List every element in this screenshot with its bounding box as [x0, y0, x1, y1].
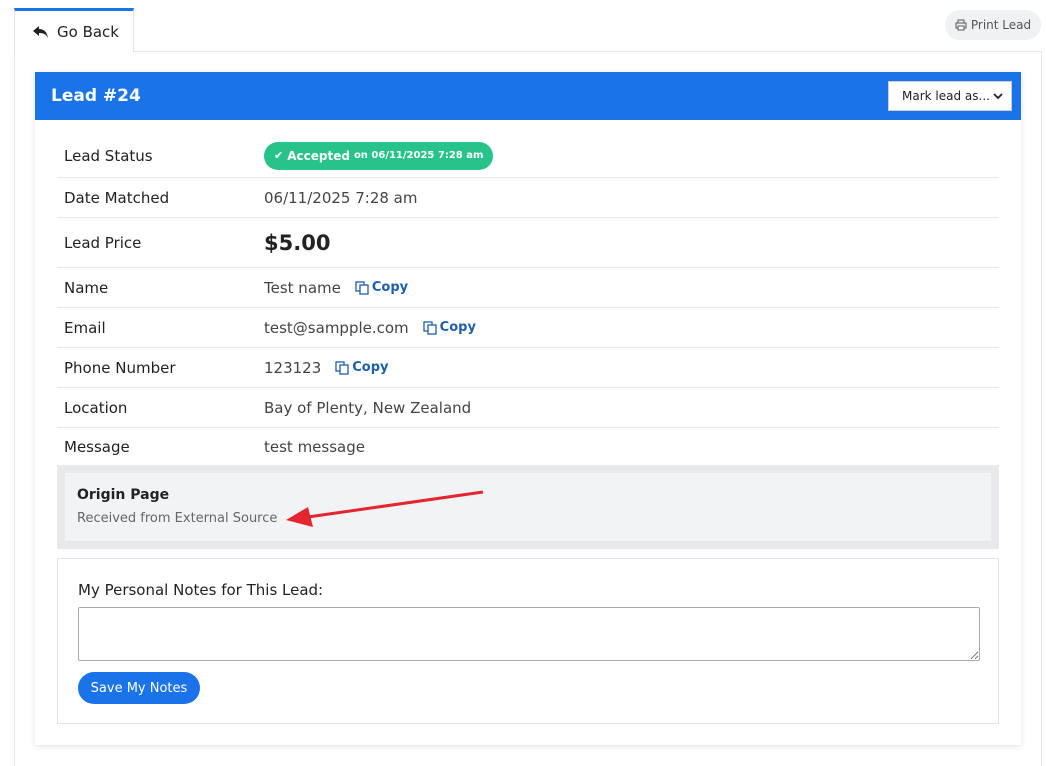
- printer-icon: [955, 19, 967, 31]
- phone-value-cell: 123123 Copy: [264, 359, 389, 377]
- check-icon: ✔: [274, 149, 284, 162]
- lead-title: Lead #24: [51, 86, 141, 106]
- location-value: Bay of Plenty, New Zealand: [264, 398, 472, 417]
- date-matched-label: Date Matched: [64, 188, 170, 207]
- date-matched-value: 06/11/2025 7:28 am: [264, 188, 418, 207]
- copy-name-button[interactable]: Copy: [355, 280, 408, 295]
- copy-phone-button[interactable]: Copy: [335, 360, 389, 375]
- status-value: ✔ Accepted on 06/11/2025 7:28 am: [264, 141, 494, 170]
- table-row-price: Lead Price $5.00: [57, 218, 999, 268]
- chevron-down-icon: [993, 93, 1003, 100]
- name-label: Name: [64, 278, 109, 297]
- copy-icon: [355, 280, 369, 295]
- email-value-cell: test@sampple.com Copy: [264, 319, 476, 337]
- personal-notes-section: My Personal Notes for This Lead: Save My…: [57, 558, 999, 724]
- status-label: Lead Status: [64, 146, 153, 165]
- table-row-message: Message test message: [57, 428, 999, 466]
- copy-phone-label: Copy: [352, 360, 389, 375]
- price-value: $5.00: [264, 230, 331, 255]
- go-back-tab[interactable]: Go Back: [14, 8, 134, 52]
- table-row-name: Name Test name Copy: [57, 268, 999, 308]
- copy-icon: [423, 320, 437, 335]
- print-lead-label: Print Lead: [970, 18, 1032, 32]
- personal-notes-label: My Personal Notes for This Lead:: [78, 581, 324, 599]
- lead-card-header: Lead #24 Mark lead as...: [35, 72, 1021, 120]
- copy-name-label: Copy: [371, 280, 409, 295]
- origin-page-text: Received from External Source: [77, 511, 278, 526]
- price-label: Lead Price: [64, 233, 142, 252]
- table-row-location: Location Bay of Plenty, New Zealand: [57, 388, 999, 428]
- save-notes-button[interactable]: Save My Notes: [78, 672, 200, 704]
- table-row-email: Email test@sampple.com Copy: [57, 308, 999, 348]
- table-row-phone: Phone Number 123123 Copy: [57, 348, 999, 388]
- location-label: Location: [64, 398, 128, 417]
- origin-page-inner: Origin Page Received from External Sourc…: [65, 473, 991, 541]
- lead-card: Lead #24 Mark lead as... Lead Status ✔ A…: [35, 72, 1021, 745]
- personal-notes-textarea[interactable]: [78, 607, 980, 661]
- message-value: test message: [264, 438, 365, 456]
- phone-value: 123123: [264, 358, 322, 377]
- mark-lead-select-value: Mark lead as...: [902, 89, 990, 103]
- annotation-arrow: [286, 490, 484, 527]
- name-value: Test name: [264, 278, 341, 297]
- reply-arrow-icon: [33, 25, 48, 38]
- status-badge-date: on 06/11/2025 7:28 am: [353, 150, 484, 161]
- table-row-status: Lead Status ✔ Accepted on 06/11/2025 7:2…: [57, 134, 999, 178]
- email-label: Email: [64, 318, 106, 337]
- phone-label: Phone Number: [64, 358, 176, 377]
- table-row-date-matched: Date Matched 06/11/2025 7:28 am: [57, 178, 999, 218]
- mark-lead-select[interactable]: Mark lead as...: [888, 81, 1012, 111]
- print-lead-button[interactable]: Print Lead: [945, 10, 1041, 40]
- status-badge-text: Accepted: [287, 148, 350, 163]
- copy-email-button[interactable]: Copy: [423, 320, 476, 335]
- message-label: Message: [64, 438, 130, 456]
- origin-page-title: Origin Page: [77, 487, 170, 503]
- go-back-label: Go Back: [57, 22, 119, 41]
- name-value-cell: Test name Copy: [264, 279, 408, 297]
- copy-icon: [335, 360, 349, 375]
- email-value: test@sampple.com: [264, 318, 409, 337]
- lead-detail-page: Go Back Print Lead Lead #24 Mark lead as…: [0, 0, 1046, 766]
- status-badge: ✔ Accepted on 06/11/2025 7:28 am: [264, 141, 494, 170]
- copy-email-label: Copy: [439, 320, 476, 335]
- origin-page-section: Origin Page Received from External Sourc…: [57, 465, 999, 549]
